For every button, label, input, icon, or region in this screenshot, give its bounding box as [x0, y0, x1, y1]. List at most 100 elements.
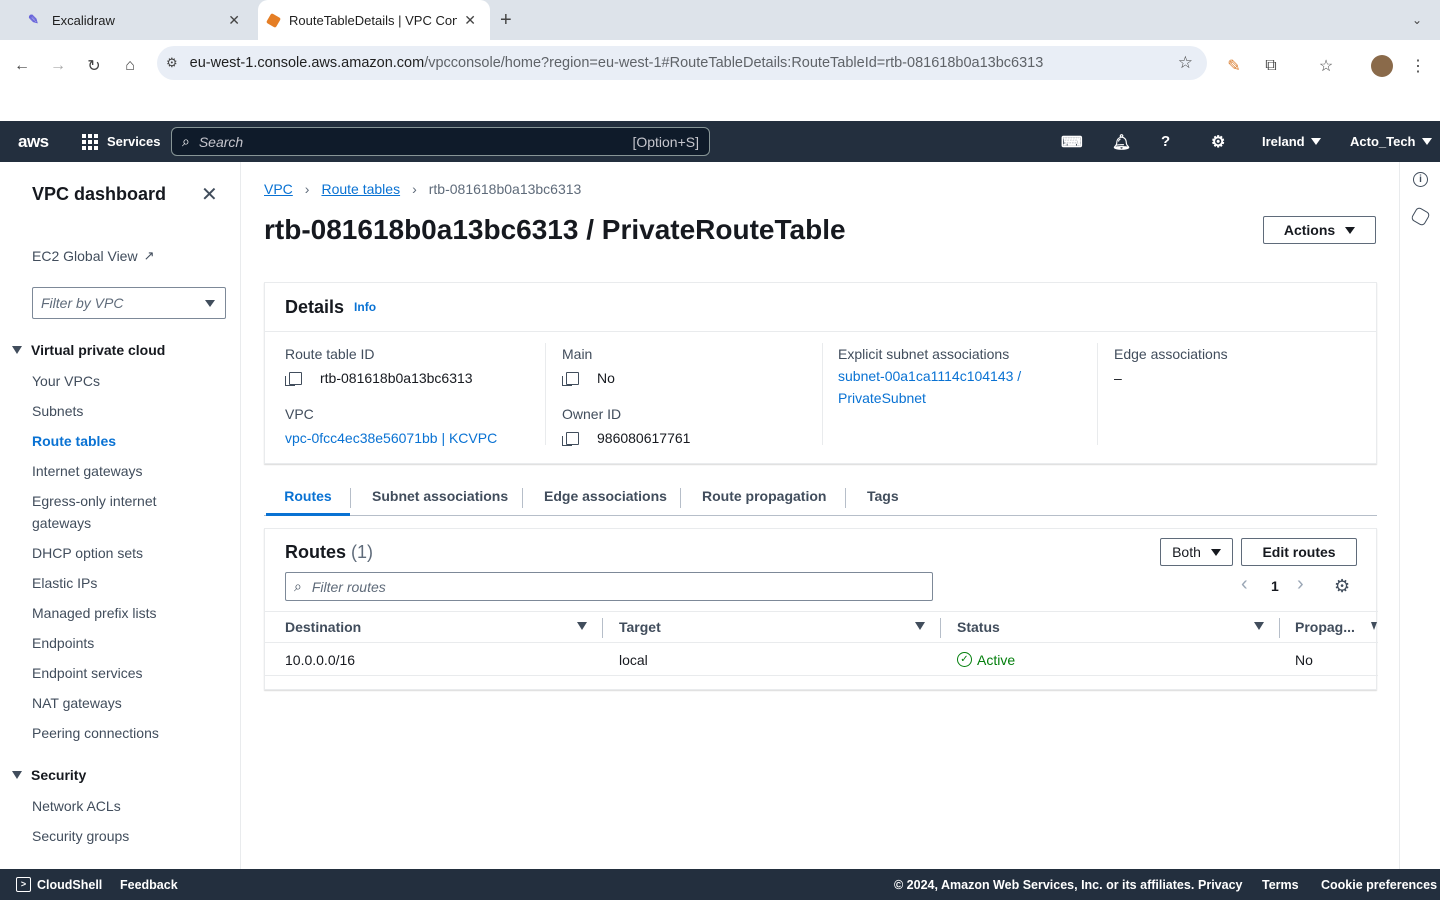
new-tab-icon[interactable]: + [500, 0, 512, 40]
actions-button[interactable]: Actions [1263, 216, 1376, 244]
explicit-subnet-line2: PrivateSubnet [838, 390, 926, 406]
table-row[interactable]: 10.0.0.0/16 local ✓ Active No [265, 643, 1378, 676]
field-label: Explicit subnet associations [838, 346, 1010, 362]
bookmark-star-icon[interactable]: ☆ [1178, 53, 1193, 73]
pagination-next-icon[interactable]: › [1297, 573, 1304, 596]
explorer-icon[interactable] [1410, 206, 1431, 227]
terms-link[interactable]: Terms [1262, 869, 1299, 900]
profile-avatar[interactable] [1369, 53, 1395, 79]
sort-icon[interactable] [915, 622, 925, 630]
settings-gear-icon[interactable]: ⚙ [1211, 121, 1225, 162]
column-resizer[interactable] [1279, 618, 1280, 638]
vpc-link[interactable]: vpc-0fcc4ec38e56071bb | KCVPC [285, 430, 497, 446]
notifications-bell-icon[interactable]: 🔔︎ [1112, 121, 1131, 162]
section-security[interactable]: Security [12, 767, 86, 783]
region-selector[interactable]: Ireland [1262, 121, 1321, 162]
pagination-page[interactable]: 1 [1271, 578, 1279, 594]
explicit-subnet-link[interactable]: subnet-00a1ca1114c104143 / PrivateSubnet [838, 365, 1021, 409]
tab-edge-associations[interactable]: Edge associations [544, 478, 667, 514]
filter-routes-input[interactable]: ⌕ Filter routes [285, 572, 933, 601]
col-status[interactable]: Status [957, 612, 1000, 642]
copy-icon[interactable] [562, 371, 579, 386]
sidebar-item-egress-only-gateways[interactable]: Egress-only internet gateways [32, 490, 182, 534]
cloudshell-icon[interactable]: ⌨ [1061, 121, 1083, 162]
sidebar-item-managed-prefix-lists[interactable]: Managed prefix lists [32, 605, 157, 621]
caret-down-icon [12, 346, 22, 354]
browser-tab-excalidraw[interactable]: ✎ Excalidraw ✕ [14, 0, 254, 40]
sort-icon[interactable] [1371, 622, 1377, 630]
aws-top-nav: aws Services ⌕ Search [Option+S] ⌨ 🔔︎ ? … [0, 121, 1440, 162]
close-tab-icon[interactable]: ✕ [464, 12, 476, 29]
sidebar-item-dhcp-option-sets[interactable]: DHCP option sets [32, 545, 143, 561]
sort-icon[interactable] [577, 622, 587, 630]
sidebar-item-endpoint-services[interactable]: Endpoint services [32, 665, 143, 681]
breadcrumb-route-tables[interactable]: Route tables [321, 181, 400, 197]
sidebar-item-your-vpcs[interactable]: Your VPCs [32, 373, 100, 389]
sidebar-item-endpoints[interactable]: Endpoints [32, 635, 94, 651]
vpc-field: VPC vpc-0fcc4ec38e56071bb | KCVPC [285, 406, 497, 446]
cloudshell-button[interactable]: > CloudShell [16, 869, 102, 900]
route-table-id-value: rtb-081618b0a13bc6313 [320, 370, 473, 386]
edit-routes-button[interactable]: Edit routes [1241, 538, 1357, 566]
divider [845, 488, 846, 508]
close-tab-icon[interactable]: ✕ [228, 12, 240, 29]
sidebar-item-ec2-global-view[interactable]: EC2 Global View ↗ [32, 248, 154, 264]
tab-route-propagation[interactable]: Route propagation [702, 478, 826, 514]
info-link[interactable]: Info [354, 300, 376, 314]
breadcrumb-vpc[interactable]: VPC [264, 181, 293, 197]
sidebar-item-elastic-ips[interactable]: Elastic IPs [32, 575, 97, 591]
bookmarks-icon[interactable]: ☆ [1313, 53, 1339, 79]
cloudshell-icon: > [16, 877, 31, 892]
sidebar-item-peering-connections[interactable]: Peering connections [32, 725, 159, 741]
forward-icon[interactable]: → [45, 53, 71, 79]
col-destination[interactable]: Destination [285, 612, 361, 642]
aws-search-input[interactable]: ⌕ Search [Option+S] [171, 127, 710, 156]
reload-icon[interactable]: ↻ [81, 53, 107, 79]
tab-subnet-associations[interactable]: Subnet associations [372, 478, 508, 514]
close-sidebar-icon[interactable]: ✕ [201, 182, 218, 207]
help-icon[interactable]: ? [1161, 121, 1170, 162]
cell-status: ✓ Active [957, 643, 1015, 676]
aws-logo[interactable]: aws [18, 121, 49, 162]
extension-pen-icon[interactable]: ✎ [1221, 53, 1247, 79]
both-select[interactable]: Both [1160, 538, 1233, 566]
browser-tab-vpc[interactable]: RouteTableDetails | VPC Cons ✕ [258, 0, 490, 40]
routes-title: Routes [285, 542, 347, 562]
sidebar-item-subnets[interactable]: Subnets [32, 403, 83, 419]
column-resizer[interactable] [940, 618, 941, 638]
home-icon[interactable]: ⌂ [117, 53, 143, 79]
account-menu[interactable]: Acto_Tech [1350, 121, 1432, 162]
tab-tags[interactable]: Tags [867, 478, 899, 514]
routes-heading: Routes (1) [285, 542, 373, 563]
tab-search-chevron-icon[interactable]: ⌄ [1412, 0, 1422, 40]
address-bar[interactable]: ⚙ eu-west-1.console.aws.amazon.com/vpcco… [157, 46, 1207, 80]
filter-by-vpc-select[interactable]: Filter by VPC [32, 287, 226, 319]
feedback-link[interactable]: Feedback [120, 869, 178, 900]
cookie-preferences-link[interactable]: Cookie preferences [1321, 869, 1437, 900]
browser-menu-icon[interactable]: ⋮ [1405, 53, 1431, 79]
sidebar-item-security-groups[interactable]: Security groups [32, 828, 129, 844]
sidebar-item-route-tables[interactable]: Route tables [32, 433, 116, 449]
caret-down-icon [1345, 226, 1356, 234]
privacy-link[interactable]: Privacy [1198, 869, 1242, 900]
services-button[interactable]: Services [82, 121, 161, 162]
copy-icon[interactable] [285, 371, 302, 386]
col-target[interactable]: Target [619, 612, 661, 642]
col-propagated[interactable]: Propag... [1295, 612, 1355, 642]
column-resizer[interactable] [602, 618, 603, 638]
sort-icon[interactable] [1254, 622, 1264, 630]
pagination-prev-icon[interactable]: ‹ [1241, 573, 1248, 596]
sidebar-item-network-acls[interactable]: Network ACLs [32, 798, 121, 814]
site-info-icon[interactable]: ⚙ [166, 55, 178, 71]
section-virtual-private-cloud[interactable]: Virtual private cloud [12, 342, 165, 358]
sidebar-item-nat-gateways[interactable]: NAT gateways [32, 695, 122, 711]
copy-icon[interactable] [562, 431, 579, 446]
sidebar-item-internet-gateways[interactable]: Internet gateways [32, 463, 143, 479]
extensions-puzzle-icon[interactable]: ⧉ [1258, 53, 1284, 79]
sidebar-title[interactable]: VPC dashboard [32, 184, 166, 205]
info-panel-icon[interactable]: i [1413, 172, 1428, 187]
tab-routes[interactable]: Routes [266, 478, 350, 516]
preferences-gear-icon[interactable]: ⚙ [1334, 576, 1350, 597]
divider [522, 488, 523, 508]
back-icon[interactable]: ← [9, 53, 35, 79]
